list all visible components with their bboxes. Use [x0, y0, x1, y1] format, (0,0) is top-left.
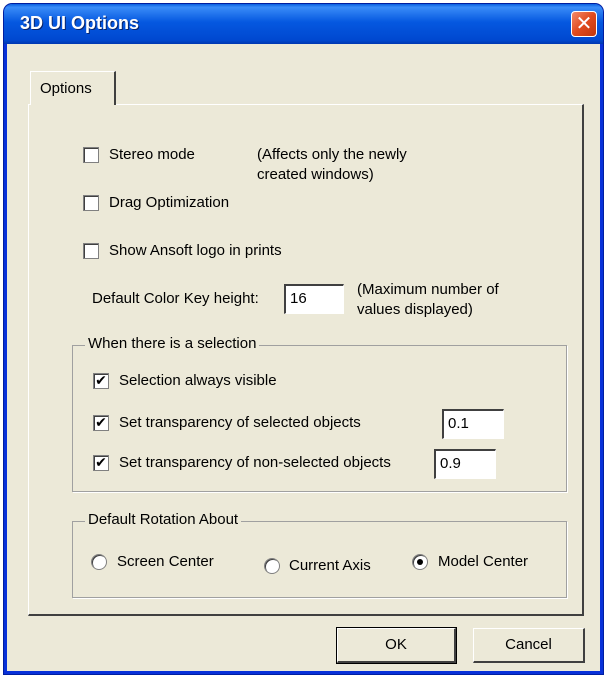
radio-selected-dot [417, 559, 423, 565]
radio-current-axis[interactable] [264, 558, 280, 574]
cancel-button[interactable]: Cancel [473, 628, 585, 663]
radio-screen-center[interactable] [91, 554, 107, 570]
transparency-nonselected-input[interactable]: 0.9 [434, 449, 496, 479]
transparency-selected-checkbox[interactable]: ✔ [93, 415, 109, 431]
show-logo-checkbox[interactable] [83, 243, 99, 259]
drag-optimization-checkbox[interactable] [83, 195, 99, 211]
selection-always-visible-checkbox[interactable]: ✔ [93, 373, 109, 389]
window-title: 3D UI Options [20, 13, 140, 33]
rotation-group-title: Default Rotation About [85, 511, 242, 528]
show-logo-label: Show Ansoft logo in prints [109, 242, 282, 259]
selection-group-title: When there is a selection [85, 335, 260, 352]
radio-current-axis-label: Current Axis [289, 557, 371, 574]
radio-model-center-label: Model Center [438, 553, 529, 570]
close-icon: ✕ [575, 13, 593, 35]
ok-button[interactable]: OK [336, 627, 457, 664]
color-key-note-line2: values displayed) [357, 301, 473, 318]
close-button[interactable]: ✕ [571, 11, 597, 37]
stereo-mode-note-line1: (Affects only the newly [257, 146, 407, 163]
tab-options-label: Options [40, 80, 92, 97]
selection-always-visible-label: Selection always visible [119, 372, 277, 389]
title-bar: 3D UI Options ✕ [4, 4, 603, 44]
radio-model-center[interactable] [412, 554, 428, 570]
drag-optimization-label: Drag Optimization [109, 194, 230, 211]
transparency-selected-input[interactable]: 0.1 [442, 409, 504, 439]
tab-options[interactable]: Options [30, 71, 116, 105]
transparency-selected-label: Set transparency of selected objects [119, 414, 361, 431]
stereo-mode-checkbox[interactable] [83, 147, 99, 163]
transparency-nonselected-checkbox[interactable]: ✔ [93, 455, 109, 471]
color-key-height-input[interactable]: 16 [284, 284, 344, 314]
stereo-mode-note-line2: created windows) [257, 166, 374, 183]
radio-screen-center-label: Screen Center [117, 553, 214, 570]
transparency-nonselected-label: Set transparency of non-selected objects [119, 454, 391, 471]
color-key-note-line1: (Maximum number of [357, 281, 499, 298]
stereo-mode-label: Stereo mode [109, 146, 195, 163]
color-key-height-label: Default Color Key height: [92, 290, 259, 307]
